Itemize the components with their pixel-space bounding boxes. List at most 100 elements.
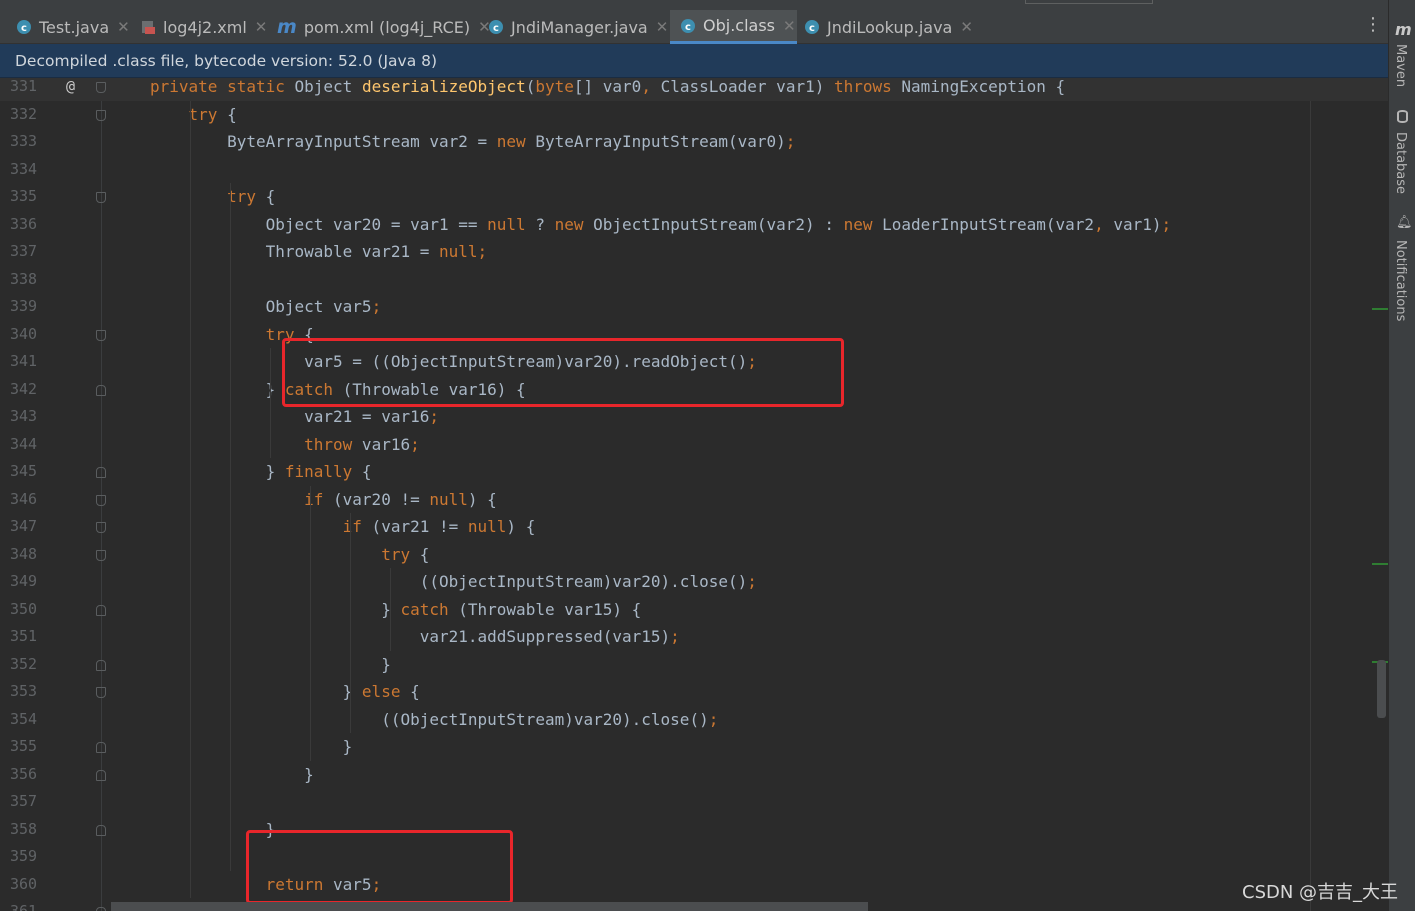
- code-line[interactable]: 333 ByteArrayInputStream var2 = new Byte…: [0, 128, 1388, 156]
- sidebar-item-maven[interactable]: Maven: [1393, 44, 1408, 87]
- code-text: } catch (Throwable var15) {: [150, 599, 642, 619]
- close-icon[interactable]: ✕: [960, 18, 973, 36]
- code-line[interactable]: 350 } catch (Throwable var15) {: [0, 596, 1388, 624]
- close-icon[interactable]: ✕: [255, 18, 268, 36]
- code-line[interactable]: 346 if (var20 != null) {: [0, 486, 1388, 514]
- fold-marker-icon[interactable]: [96, 659, 106, 671]
- code-line[interactable]: 356 }: [0, 761, 1388, 789]
- editor-tab[interactable]: c JndiManager.java ✕: [484, 10, 669, 44]
- database-icon[interactable]: [1397, 110, 1408, 123]
- fold-marker-icon[interactable]: [96, 109, 106, 121]
- line-number: 358: [10, 819, 38, 838]
- fold-marker-icon[interactable]: [96, 742, 106, 753]
- indent-guide: [310, 485, 311, 761]
- code-line[interactable]: 355 }: [0, 733, 1388, 761]
- vertical-scrollbar[interactable]: [1377, 660, 1386, 718]
- close-icon[interactable]: ✕: [117, 18, 130, 36]
- code-text: try {: [188, 104, 237, 124]
- code-line[interactable]: 335 try {: [0, 183, 1388, 211]
- code-text: try {: [227, 187, 276, 206]
- fold-marker-icon[interactable]: [96, 384, 106, 396]
- fold-marker-icon[interactable]: [96, 824, 106, 836]
- code-line[interactable]: 332 try {: [0, 101, 1388, 129]
- code-line[interactable]: 353 } else {: [0, 678, 1388, 706]
- fold-marker-icon[interactable]: [96, 192, 106, 203]
- code-line[interactable]: 352 }: [0, 651, 1388, 679]
- code-text: try {: [381, 544, 430, 564]
- code-line[interactable]: 343 var21 = var16;: [0, 403, 1388, 431]
- fold-marker-icon[interactable]: [96, 329, 106, 341]
- change-marker[interactable]: [1372, 563, 1388, 565]
- right-tool-sidebar: m Maven Database 🔔︎ Notifications: [1388, 0, 1415, 911]
- editor-tab[interactable]: c Test.java ✕: [12, 10, 135, 44]
- fold-marker-icon[interactable]: [96, 687, 106, 698]
- code-text: private static Object deserializeObject(…: [150, 78, 1066, 96]
- code-line[interactable]: 357: [0, 788, 1388, 816]
- code-text: ByteArrayInputStream var2 = new ByteArra…: [150, 132, 796, 151]
- notifications-bell-icon[interactable]: 🔔︎: [1396, 215, 1413, 230]
- class-icon: c: [488, 19, 504, 35]
- code-line[interactable]: 331 private static Object deserializeObje…: [0, 78, 1388, 101]
- code-text: } finally {: [150, 462, 372, 481]
- svg-text:c: c: [809, 23, 815, 34]
- banner-text: Decompiled .class file, bytecode version…: [15, 51, 438, 70]
- code-line[interactable]: 345 } finally {: [0, 458, 1388, 486]
- code-line[interactable]: 354 ((ObjectInputStream)var20).close();: [0, 706, 1388, 734]
- indent-guide: [190, 100, 191, 898]
- code-line[interactable]: 359: [0, 843, 1388, 871]
- code-editor[interactable]: 331 private static Object deserializeObje…: [0, 78, 1388, 911]
- fold-marker-icon[interactable]: [96, 467, 106, 478]
- line-number: 354: [10, 709, 38, 728]
- fold-marker-icon[interactable]: [96, 494, 106, 506]
- code-line[interactable]: 338: [0, 266, 1388, 294]
- horizontal-scrollbar[interactable]: [111, 902, 868, 911]
- line-number: 361: [10, 902, 38, 911]
- code-line[interactable]: 360 return var5;: [0, 871, 1388, 899]
- line-number: 332: [10, 104, 38, 123]
- close-icon[interactable]: ✕: [656, 18, 669, 36]
- close-icon[interactable]: ✕: [783, 17, 796, 35]
- code-text: ((ObjectInputStream)var20).close();: [150, 572, 757, 591]
- indent-guide: [230, 183, 231, 871]
- maven-icon[interactable]: m: [1395, 20, 1412, 39]
- code-line[interactable]: 344 throw var16;: [0, 431, 1388, 459]
- code-line[interactable]: 337 Throwable var21 = null;: [0, 238, 1388, 266]
- editor-tab[interactable]: log4j2.xml ✕: [136, 10, 267, 44]
- editor-tab[interactable]: c Obj.class ✕: [670, 10, 797, 44]
- fold-marker-icon[interactable]: [96, 604, 106, 616]
- tab-label: JndiManager.java: [511, 17, 648, 37]
- tab-overflow-menu-icon[interactable]: ⋮: [1364, 14, 1382, 35]
- code-line[interactable]: 336 Object var20 = var1 == null ? new Ob…: [0, 211, 1388, 239]
- code-line[interactable]: 334: [0, 156, 1388, 184]
- indent-guide: [270, 348, 271, 458]
- sidebar-item-notifications[interactable]: Notifications: [1393, 240, 1408, 321]
- fold-marker-icon[interactable]: [96, 82, 106, 93]
- change-marker[interactable]: [1372, 308, 1388, 310]
- xml-icon: [140, 19, 156, 35]
- code-text: }: [150, 764, 314, 784]
- line-number: 342: [10, 379, 38, 398]
- class-icon: c: [16, 19, 32, 35]
- class-icon: c: [680, 18, 696, 34]
- code-line[interactable]: 348 try {: [0, 541, 1388, 569]
- code-line[interactable]: 339 Object var5;: [0, 293, 1388, 321]
- editor-tab[interactable]: m pom.xml (log4j_RCE) ✕: [273, 10, 491, 44]
- line-number: 359: [10, 847, 38, 865]
- toolbar-strip: [1025, 0, 1153, 4]
- line-number: 350: [10, 599, 38, 618]
- code-line[interactable]: 347 if (var21 != null) {: [0, 513, 1388, 541]
- fold-marker-icon[interactable]: [96, 549, 106, 561]
- code-line[interactable]: 351 var21.addSuppressed(var15);: [0, 623, 1388, 651]
- fold-marker-icon[interactable]: [96, 907, 106, 911]
- fold-marker-icon[interactable]: [96, 769, 106, 781]
- code-line[interactable]: 358 }: [0, 816, 1388, 844]
- editor-tab[interactable]: c JndiLookup.java ✕: [800, 10, 976, 44]
- override-marker-icon[interactable]: @: [66, 78, 75, 101]
- line-number: 331: [10, 78, 38, 95]
- sidebar-item-database[interactable]: Database: [1393, 132, 1408, 194]
- code-text: }: [150, 737, 353, 756]
- code-line[interactable]: 349 ((ObjectInputStream)var20).close();: [0, 568, 1388, 596]
- fold-marker-icon[interactable]: [96, 522, 106, 533]
- line-number: 349: [10, 572, 38, 590]
- line-number: 360: [10, 874, 38, 893]
